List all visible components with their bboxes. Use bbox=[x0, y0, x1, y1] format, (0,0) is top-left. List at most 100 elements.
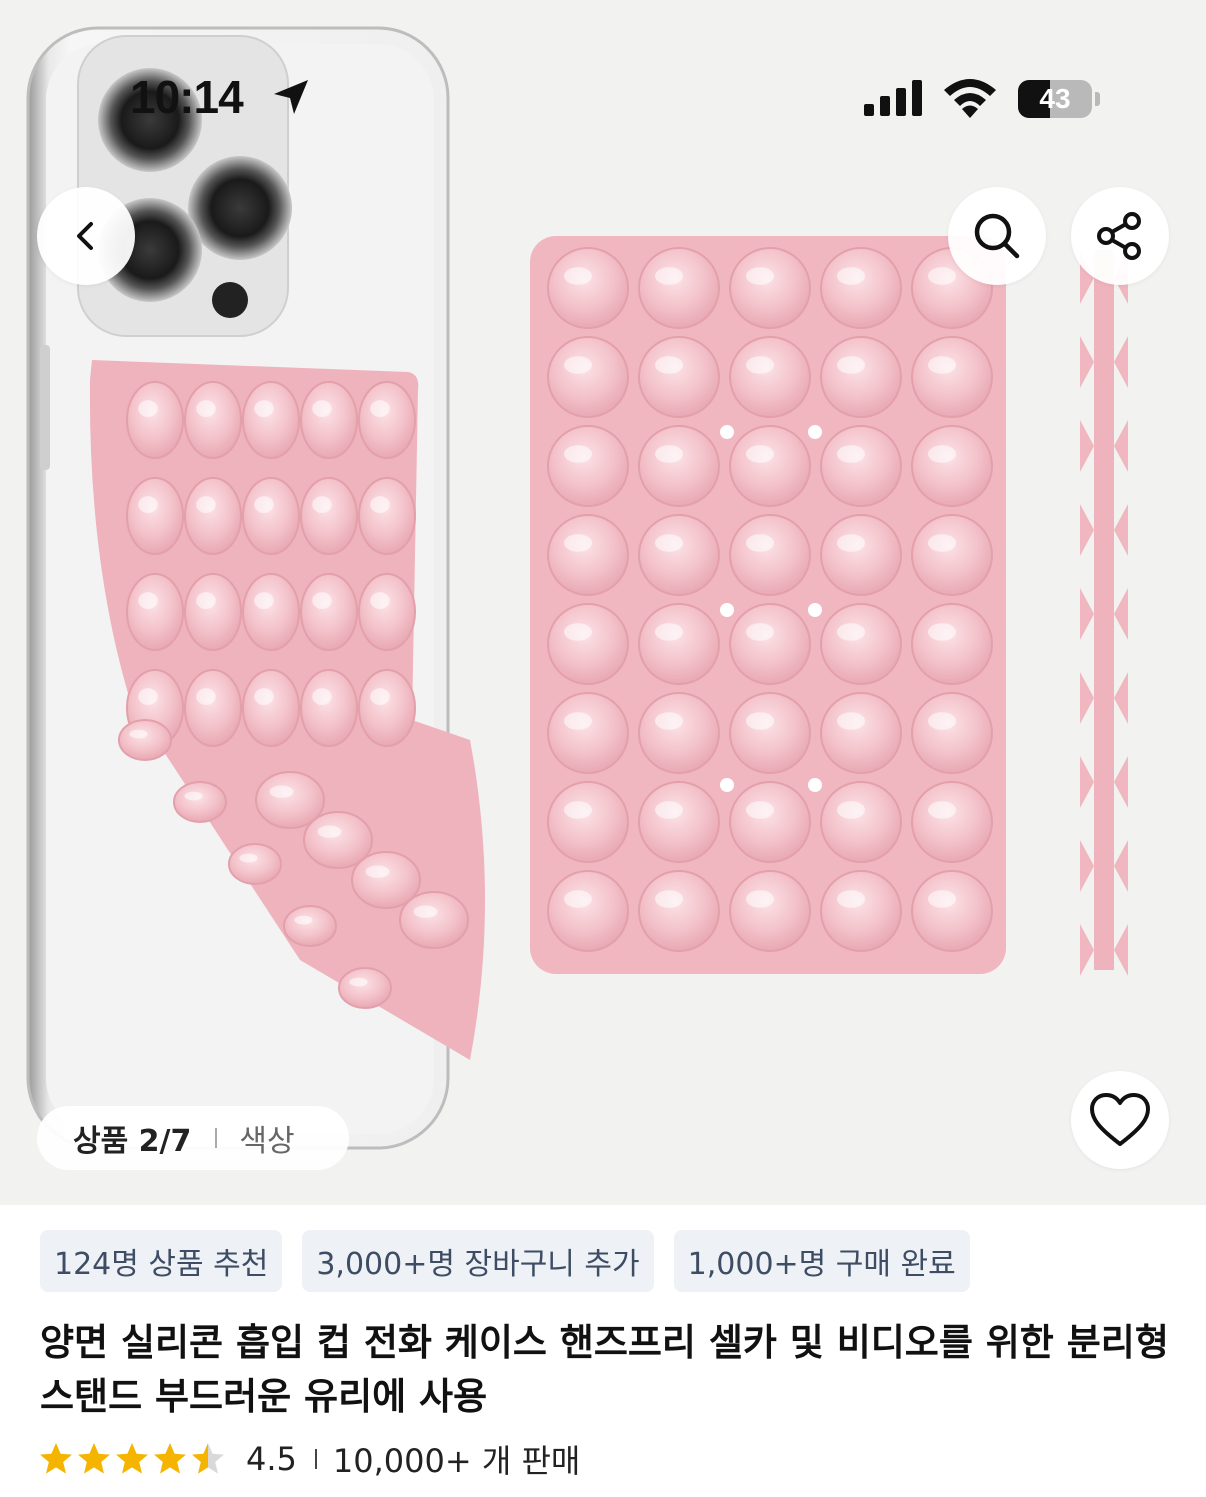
suction-cup bbox=[547, 247, 629, 329]
rating-row[interactable]: 4.5 10,000+ 개 판매 bbox=[38, 1434, 580, 1484]
suction-cup-highlight bbox=[564, 267, 592, 285]
suction-cup bbox=[358, 381, 416, 459]
suction-cup-highlight bbox=[138, 496, 158, 513]
suction-cup-highlight bbox=[184, 791, 203, 801]
suction-cup-highlight bbox=[837, 534, 865, 552]
suction-cup bbox=[638, 781, 720, 863]
suction-cup-highlight bbox=[746, 267, 774, 285]
suction-cup bbox=[729, 336, 811, 418]
suction-cup bbox=[638, 336, 720, 418]
suction-cup-highlight bbox=[928, 623, 956, 641]
suction-cup bbox=[911, 870, 993, 952]
share-button[interactable] bbox=[1071, 187, 1169, 285]
suction-cup bbox=[358, 669, 416, 747]
suction-cup bbox=[300, 381, 358, 459]
suction-cup-highlight bbox=[312, 688, 332, 705]
star-full-icon bbox=[78, 1443, 110, 1474]
star-full-icon bbox=[40, 1443, 72, 1474]
suction-cup bbox=[399, 891, 469, 949]
suction-cup bbox=[729, 781, 811, 863]
suction-cup-highlight bbox=[655, 890, 683, 908]
suction-cup bbox=[638, 247, 720, 329]
suction-cup-highlight bbox=[564, 712, 592, 730]
suction-cup-highlight bbox=[564, 445, 592, 463]
suction-cup-highlight bbox=[317, 825, 342, 838]
suction-cup-highlight bbox=[129, 729, 148, 739]
suction-cup-highlight bbox=[655, 534, 683, 552]
suction-cup bbox=[184, 669, 242, 747]
suction-cup-highlight bbox=[312, 400, 332, 417]
suction-cup-highlight bbox=[746, 534, 774, 552]
suction-cup-highlight bbox=[564, 534, 592, 552]
rating-stars bbox=[38, 1441, 226, 1477]
suction-cup bbox=[242, 573, 300, 651]
suction-cup-highlight bbox=[928, 356, 956, 374]
suction-cup bbox=[820, 603, 902, 685]
suction-cup bbox=[338, 967, 392, 1009]
suction-cup-highlight bbox=[365, 865, 390, 878]
suction-cup bbox=[358, 477, 416, 555]
heart-icon bbox=[1090, 1093, 1150, 1146]
image-counter: 상품 2/7 색상 bbox=[37, 1106, 349, 1170]
suction-cup-highlight bbox=[928, 534, 956, 552]
suction-cup-highlight bbox=[294, 915, 313, 925]
image-counter-label: 상품 2/7 bbox=[73, 1124, 192, 1159]
suction-cup bbox=[911, 514, 993, 596]
favorite-button[interactable] bbox=[1071, 1071, 1169, 1169]
suction-cup-highlight bbox=[837, 712, 865, 730]
suction-cup-highlight bbox=[564, 801, 592, 819]
suction-cup bbox=[118, 719, 172, 761]
suction-cup-highlight bbox=[837, 890, 865, 908]
suction-cup-highlight bbox=[196, 400, 216, 417]
social-proof-chips: 124명 상품 추천 3,000+명 장바구니 추가 1,000+명 구매 완료 bbox=[40, 1230, 970, 1292]
suction-cup bbox=[638, 603, 720, 685]
suction-cup-highlight bbox=[196, 688, 216, 705]
suction-cup-highlight bbox=[349, 977, 368, 987]
suction-cup bbox=[300, 477, 358, 555]
suction-cup bbox=[126, 573, 184, 651]
suction-cup-highlight bbox=[564, 356, 592, 374]
suction-cup bbox=[729, 603, 811, 685]
suction-cup-highlight bbox=[370, 400, 390, 417]
suction-cup bbox=[820, 692, 902, 774]
suction-cup-highlight bbox=[837, 801, 865, 819]
suction-cup bbox=[126, 381, 184, 459]
search-button[interactable] bbox=[948, 187, 1046, 285]
suction-cup bbox=[242, 477, 300, 555]
suction-cup bbox=[547, 870, 629, 952]
suction-cup bbox=[547, 781, 629, 863]
suction-cup-highlight bbox=[746, 890, 774, 908]
product-image[interactable]: 10:14 43 상품 2/7 색상 bbox=[0, 0, 1206, 1205]
suction-cup bbox=[300, 669, 358, 747]
battery-indicator: 43 bbox=[1018, 80, 1092, 118]
suction-cup-highlight bbox=[254, 496, 274, 513]
back-button[interactable] bbox=[37, 187, 135, 285]
star-full-icon bbox=[116, 1443, 148, 1474]
suction-cup-highlight bbox=[312, 496, 332, 513]
suction-cup bbox=[911, 603, 993, 685]
counter-divider bbox=[215, 1128, 218, 1148]
suction-cup-highlight bbox=[138, 400, 158, 417]
suction-cup-highlight bbox=[928, 445, 956, 463]
star-full-icon bbox=[154, 1443, 186, 1474]
suction-cup bbox=[358, 573, 416, 651]
suction-cup bbox=[911, 336, 993, 418]
suction-cup-highlight bbox=[254, 400, 274, 417]
suction-cup bbox=[729, 692, 811, 774]
suction-cup-highlight bbox=[837, 623, 865, 641]
chevron-left-icon bbox=[77, 222, 93, 250]
chip-recommend: 124명 상품 추천 bbox=[40, 1230, 283, 1292]
color-tab[interactable]: 색상 bbox=[239, 1116, 294, 1160]
suction-cup bbox=[729, 514, 811, 596]
suction-cup-highlight bbox=[837, 356, 865, 374]
suction-cup-highlight bbox=[196, 592, 216, 609]
suction-cup bbox=[547, 514, 629, 596]
suction-cup bbox=[638, 692, 720, 774]
suction-cup-highlight bbox=[138, 592, 158, 609]
suction-cup-highlight bbox=[928, 801, 956, 819]
suction-cup bbox=[126, 477, 184, 555]
suction-cup bbox=[300, 573, 358, 651]
rating-divider bbox=[314, 1449, 317, 1469]
suction-cup bbox=[184, 381, 242, 459]
suction-cup bbox=[184, 573, 242, 651]
